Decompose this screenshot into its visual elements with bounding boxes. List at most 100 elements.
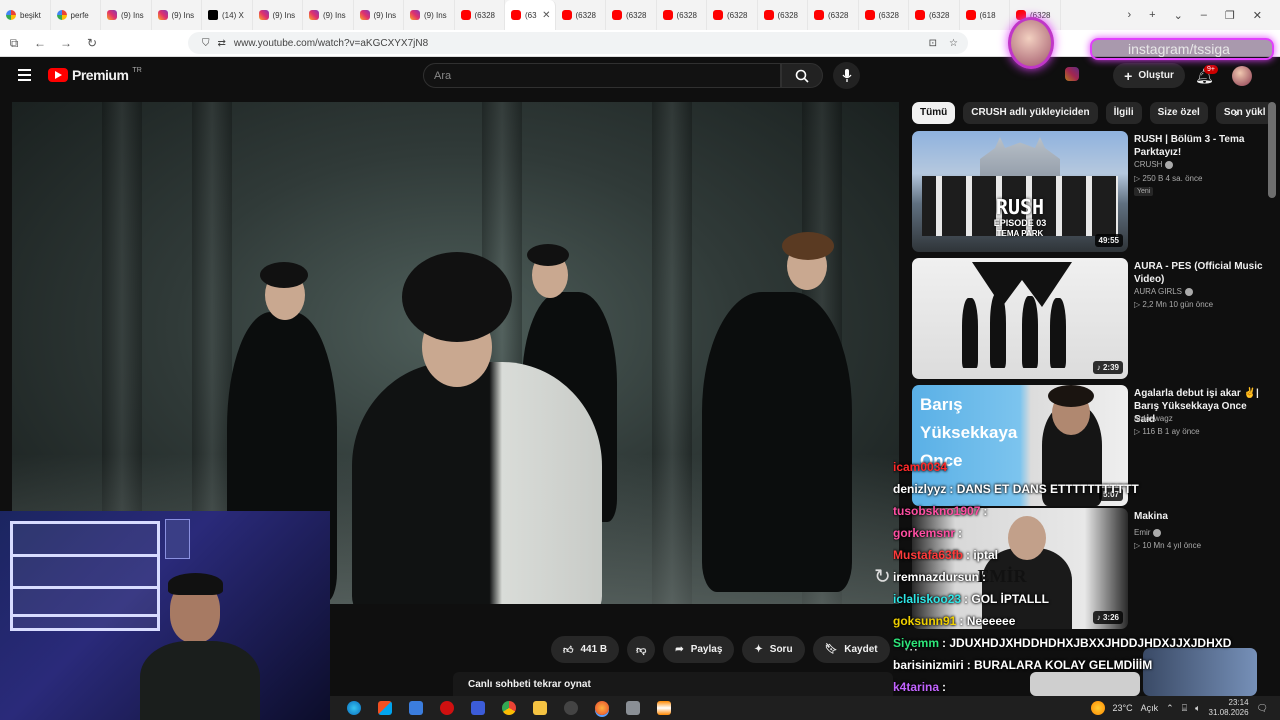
filter-chip[interactable]: CRUSH adlı yükleyiciden [963,102,1098,124]
menu-icon[interactable] [18,69,31,81]
address-bar[interactable]: ⛉ ⇄ www.youtube.com/watch?v=aKGCXYX7jN8 … [188,32,968,54]
store-icon[interactable] [378,701,392,715]
browser-tab[interactable]: (63 ✕ [505,0,556,30]
browser-tab[interactable]: (14) X [202,0,253,30]
file-explorer-icon[interactable] [533,701,547,715]
browser-tab[interactable]: (6328 [657,0,707,30]
browser-tab[interactable]: (9) Ins [303,0,354,30]
chrome-icon[interactable] [502,701,516,715]
tab-label: perfe [70,10,89,20]
browser-tab[interactable]: (6328 [556,0,606,30]
app-icon[interactable] [409,701,423,715]
ask-button[interactable]: ✦ Soru [742,636,805,663]
notification-center-icon[interactable]: 🗨︎ [1257,703,1268,714]
vlc-icon[interactable] [657,701,671,715]
x-favicon-icon [208,10,218,20]
screen: beşikt perfe (9) Ins (9) Ins (14) X (9) Ins (9… [0,0,1280,720]
weather-icon[interactable] [1090,701,1105,715]
tab-scroll-right-icon[interactable]: › [1127,9,1131,21]
share-button[interactable]: ➦ Paylaş [663,636,735,663]
browser-tab[interactable]: (6328 [455,0,505,30]
browser-tab[interactable]: (618 [960,0,1010,30]
voice-search-button[interactable] [833,62,860,89]
recommendation-item[interactable]: ♪ 2:39 AURA - PES (Official Music Video)… [912,258,1267,379]
browser-tab[interactable]: (6328 [808,0,859,30]
chips-next-icon[interactable]: › [1234,104,1239,120]
video-actions: 👍︎ 441 B 👎︎ ➦ Paylaş ✦ Soru 🔖︎ Kaydet ⋯ [551,636,925,663]
site-info-icon[interactable]: ⛉ [202,38,210,49]
tab-label: (6328 [777,10,798,20]
network-icon[interactable]: ⌸ [1182,703,1187,714]
browser-tab[interactable]: (9) Ins [152,0,202,30]
app-icon[interactable] [471,701,485,715]
lead-dancer-hair [402,252,512,342]
install-app-icon[interactable]: ⊡ [929,38,937,49]
channel-name[interactable]: ardaswagz [1134,414,1173,423]
filter-chip[interactable]: Son yükl [1215,102,1274,124]
browser-tab[interactable]: perfe [51,0,101,30]
chat-message: denizlyyz: DANS ET DANS ETTTTTTTTTTT [893,478,1280,500]
create-button[interactable]: + Oluştur [1113,63,1185,88]
browser-tab[interactable]: (9) Ins [354,0,404,30]
restore-icon[interactable]: ❐ [1225,9,1235,22]
obs-icon[interactable] [564,701,578,715]
page-settings-icon[interactable]: ⇄ [218,38,226,49]
tab-label: (9) Ins [424,10,447,20]
chat-message: iremnazdursun: [893,566,1280,588]
filter-chip[interactable]: İlgili [1105,102,1142,124]
like-button[interactable]: 👍︎ 441 B [551,636,620,663]
chat-username: icam0034 [893,460,948,474]
back-icon[interactable]: ← [28,36,52,50]
sidebar-toggle-icon[interactable]: ⧉ [2,36,26,51]
app-icon[interactable] [626,701,640,715]
instagram-icon [1065,67,1079,81]
browser-tab[interactable]: (9) Ins [253,0,303,30]
microphone-icon [841,68,852,82]
google-favicon-icon [56,10,67,20]
close-window-icon[interactable]: ✕ [1253,9,1262,22]
browser-tab[interactable]: (6328 [606,0,657,30]
video-thumbnail[interactable]: RUSH EPISODE 03 TEMA PARK 49:55 [912,131,1128,252]
firefox-icon[interactable] [595,701,609,715]
browser-tab[interactable]: beşikt [0,0,51,30]
browser-tab[interactable]: (9) Ins [101,0,152,30]
sidebar-scrollbar[interactable] [1268,102,1276,198]
browser-toolbar: ⧉ ← → ↻ ⛉ ⇄ www.youtube.com/watch?v=aKGC… [0,30,1280,57]
filter-chip[interactable]: Size özel [1149,102,1208,124]
tab-search-icon[interactable]: ⌄ [1174,9,1183,22]
new-tab-icon[interactable]: + [1149,9,1155,21]
video-thumbnail[interactable]: ♪ 2:39 [912,258,1128,379]
bookmark-star-icon[interactable]: ☆ [949,38,958,49]
browser-tab[interactable]: (6328 [758,0,808,30]
forward-icon[interactable]: → [54,36,78,50]
opera-icon[interactable] [440,701,454,715]
search-input[interactable]: Ara [423,63,781,88]
youtube-logo[interactable]: Premium TR [48,67,142,83]
share-label: Paylaş [690,644,723,655]
save-button[interactable]: 🔖︎ Kaydet [812,636,890,663]
reload-icon[interactable]: ↻ [80,36,104,50]
clock-date: 31.08.2026 [1208,708,1249,717]
edge-icon[interactable] [347,701,361,715]
video-title[interactable]: AURA - PES (Official Music Video) [1134,260,1264,286]
channel-name[interactable]: CRUSH [1134,160,1174,169]
show-hidden-icons[interactable]: ⌃ [1166,703,1174,714]
channel-name[interactable]: AURA GIRLS [1134,287,1194,296]
close-tab-icon[interactable]: ✕ [542,10,550,21]
browser-tab[interactable]: (9) Ins [404,0,455,30]
live-chat-replay-button[interactable]: Canlı sohbeti tekrar oynat [453,672,893,696]
browser-tab[interactable]: (6328 [859,0,909,30]
dislike-button[interactable]: 👎︎ [627,636,656,663]
minimize-icon[interactable]: – [1201,9,1207,21]
search-button[interactable] [781,63,823,88]
account-avatar[interactable] [1232,66,1252,86]
browser-tab[interactable]: (6328 [909,0,960,30]
tab-label: (6328 [727,10,748,20]
recommendation-item[interactable]: RUSH EPISODE 03 TEMA PARK 49:55 RUSH | B… [912,131,1267,252]
browser-tab[interactable]: (6328 [707,0,758,30]
youtube-favicon-icon [763,10,774,20]
filter-chip[interactable]: Tümü [912,102,956,124]
clock[interactable]: 23:14 31.08.2026 [1209,698,1249,718]
video-title[interactable]: RUSH | Bölüm 3 - Tema Parktayız! [1134,133,1264,159]
volume-icon[interactable]: 🔈︎ [1195,703,1200,714]
